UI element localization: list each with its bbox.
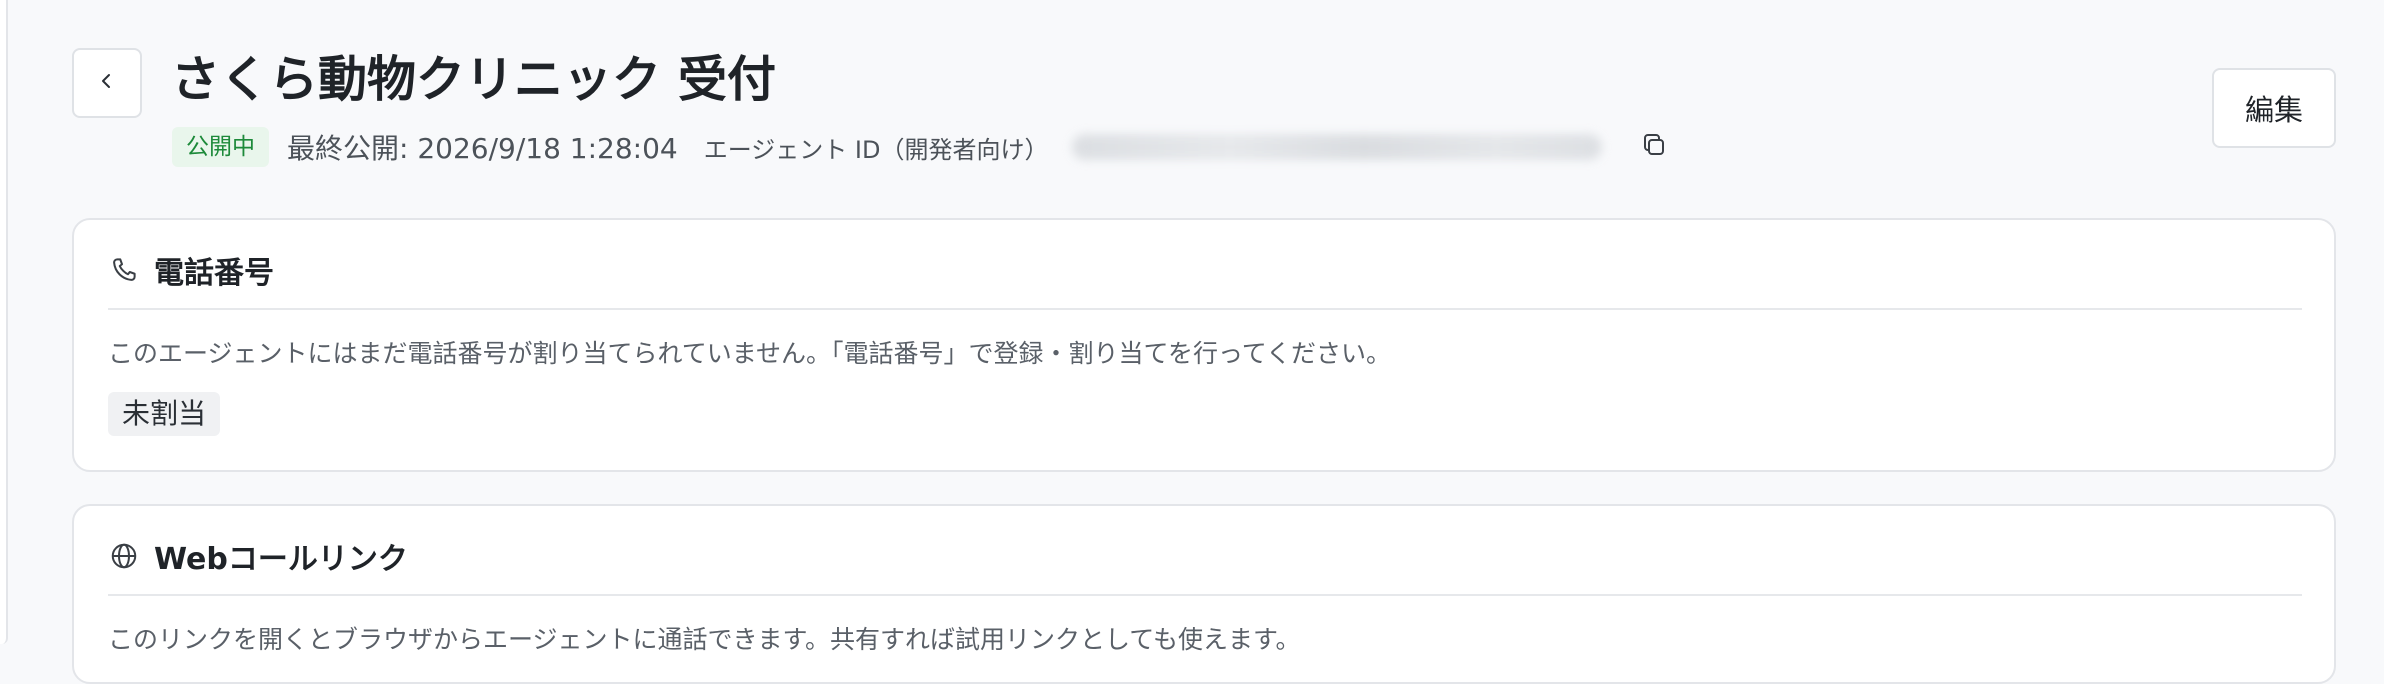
last-published-text: 最終公開: 2026/9/18 1:28:04 (287, 132, 678, 165)
phone-card-title: 電話番号 (154, 256, 274, 291)
page-title: さくら動物クリニック 受付 (171, 51, 777, 108)
divider (108, 308, 2302, 310)
web-card-description: このリンクを開くとブラウザからエージェントに通話できます。共有すれば試用リンクと… (108, 625, 1301, 654)
meta-row: 公開中 最終公開: 2026/9/18 1:28:04 エージェント ID（開発… (172, 126, 1672, 168)
web-call-link-card: Webコールリンク このリンクを開くとブラウザからエージェントに通話できます。共… (72, 504, 2336, 684)
back-button[interactable] (72, 48, 142, 118)
globe-icon (108, 540, 140, 572)
phone-card-header: 電話番号 (108, 250, 2302, 291)
chevron-left-icon (97, 71, 117, 95)
phone-number-card: 電話番号 このエージェントにはまだ電話番号が割り当てられていません。「電話番号」… (72, 218, 2336, 472)
phone-card-description: このエージェントにはまだ電話番号が割り当てられていません。「電話番号」で登録・割… (108, 339, 1392, 368)
copy-icon (1640, 131, 1668, 163)
unassigned-badge: 未割当 (108, 392, 221, 436)
status-badge: 公開中 (172, 127, 269, 167)
agent-id-label: エージェント ID（開発者向け） (703, 135, 1049, 164)
sidebar-edge (0, 0, 8, 644)
phone-icon (108, 254, 140, 286)
agent-id-value-redacted (1072, 134, 1603, 160)
web-card-header: Webコールリンク (108, 536, 2302, 577)
copy-agent-id-button[interactable] (1636, 129, 1672, 165)
edit-button[interactable]: 編集 (2212, 68, 2336, 148)
page-header: さくら動物クリニック 受付 公開中 最終公開: 2026/9/18 1:28:0… (72, 46, 2336, 176)
divider (108, 594, 2302, 596)
web-card-title: Webコールリンク (154, 542, 408, 577)
